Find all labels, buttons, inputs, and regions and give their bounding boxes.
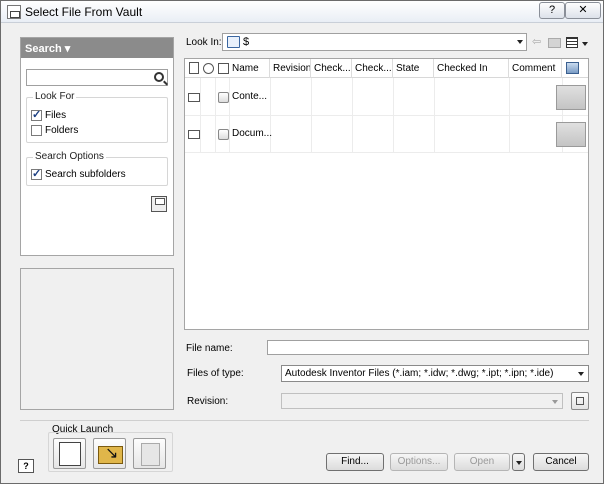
files-checkbox-row[interactable]: Files	[31, 108, 66, 122]
files-checkbox[interactable]	[31, 108, 42, 121]
look-for-title: Look For	[33, 91, 77, 102]
list-item-name: Docum...	[232, 128, 273, 139]
divider	[20, 420, 589, 421]
search-panel: Search ▾ Look For Files Folders Search O…	[20, 37, 174, 256]
row-checkout-icon	[218, 92, 229, 103]
vault-app-icon	[7, 5, 21, 19]
column-revision[interactable]: Revision	[270, 59, 311, 78]
open-dropdown-button[interactable]	[512, 453, 525, 471]
folder-thumbnail	[556, 85, 586, 110]
list-header: Name Revision Check... Check... State Ch…	[185, 59, 588, 78]
find-button[interactable]: Find...	[326, 453, 384, 471]
options-button: Options...	[390, 453, 448, 471]
list-item-name: Conte...	[232, 91, 268, 102]
close-button[interactable]: ✕	[565, 2, 601, 19]
look-in-label: Look In:	[186, 37, 222, 48]
window-title: Select File From Vault	[25, 5, 143, 19]
view-menu-icon[interactable]	[566, 37, 578, 48]
search-options-group: Search Options Search subfolders	[26, 151, 168, 186]
files-of-type-value: Autodesk Inventor Files (*.iam; *.idw; *…	[285, 368, 554, 379]
chevron-down-icon[interactable]	[517, 40, 523, 44]
revision-label: Revision:	[187, 396, 229, 407]
chevron-down-icon[interactable]	[578, 372, 584, 376]
files-of-type-select[interactable]: Autodesk Inventor Files (*.iam; *.idw; *…	[281, 365, 589, 382]
search-subfolders-row[interactable]: Search subfolders	[31, 167, 126, 181]
dialog-window: Select File From Vault ? ✕ Search ▾ Look…	[0, 0, 604, 484]
chevron-down-icon	[552, 400, 558, 404]
file-name-input[interactable]	[267, 340, 589, 355]
look-in-value: $	[243, 36, 250, 48]
open-file-button[interactable]	[93, 438, 126, 469]
files-of-type-label: Files of type:	[187, 368, 244, 379]
file-list[interactable]: Name Revision Check... Check... State Ch…	[184, 58, 589, 330]
look-in-dropdown[interactable]: $	[222, 33, 527, 51]
title-help-button[interactable]: ?	[539, 2, 565, 19]
revision-select	[281, 393, 563, 409]
list-item[interactable]: Conte...	[185, 79, 588, 116]
folder-thumbnail	[556, 122, 586, 147]
column-checked-out-by[interactable]: Check...	[311, 59, 352, 78]
column-checked-in[interactable]: Checked In	[434, 59, 509, 78]
search-options-title: Search Options	[33, 151, 106, 162]
view-chevron-down-icon[interactable]	[582, 42, 588, 46]
list-item[interactable]: Docum...	[185, 116, 588, 153]
thumbnail-column-icon[interactable]	[566, 62, 579, 74]
look-for-group: Look For Files Folders	[26, 91, 168, 143]
revision-browse-button[interactable]	[571, 392, 589, 410]
search-subfolders-label: Search subfolders	[45, 168, 126, 180]
help-button[interactable]: ?	[18, 459, 34, 473]
back-arrow-icon[interactable]: ⇦	[532, 37, 544, 48]
new-file-button[interactable]	[53, 438, 86, 469]
search-subfolders-checkbox[interactable]	[31, 167, 42, 180]
file-type-column-icon[interactable]	[189, 62, 199, 74]
place-file-button	[133, 438, 166, 469]
open-button: Open	[454, 453, 510, 471]
cancel-button[interactable]: Cancel	[533, 453, 589, 471]
column-checked-out[interactable]: Check...	[352, 59, 393, 78]
column-name[interactable]: Name	[229, 59, 270, 78]
preview-panel	[20, 268, 174, 410]
folder-icon	[188, 93, 200, 102]
row-checkout-icon	[218, 129, 229, 140]
title-bar: Select File From Vault ? ✕	[1, 1, 603, 23]
status-column-icon[interactable]	[203, 63, 214, 74]
folders-checkbox[interactable]	[31, 124, 42, 136]
search-input[interactable]	[26, 69, 168, 86]
folders-checkbox-row[interactable]: Folders	[31, 123, 78, 137]
column-state[interactable]: State	[393, 59, 434, 78]
search-panel-header[interactable]: Search ▾	[21, 38, 173, 58]
new-folder-icon[interactable]	[548, 38, 561, 48]
files-checkbox-label: Files	[45, 109, 67, 121]
vault-folder-icon	[227, 36, 240, 48]
search-icon[interactable]	[154, 72, 164, 82]
save-search-icon[interactable]	[151, 196, 167, 212]
file-name-label: File name:	[186, 343, 233, 354]
column-comment[interactable]: Comment	[509, 59, 562, 78]
folder-icon	[188, 130, 200, 139]
folders-checkbox-label: Folders	[45, 124, 79, 136]
checkout-column-icon[interactable]	[218, 63, 229, 74]
